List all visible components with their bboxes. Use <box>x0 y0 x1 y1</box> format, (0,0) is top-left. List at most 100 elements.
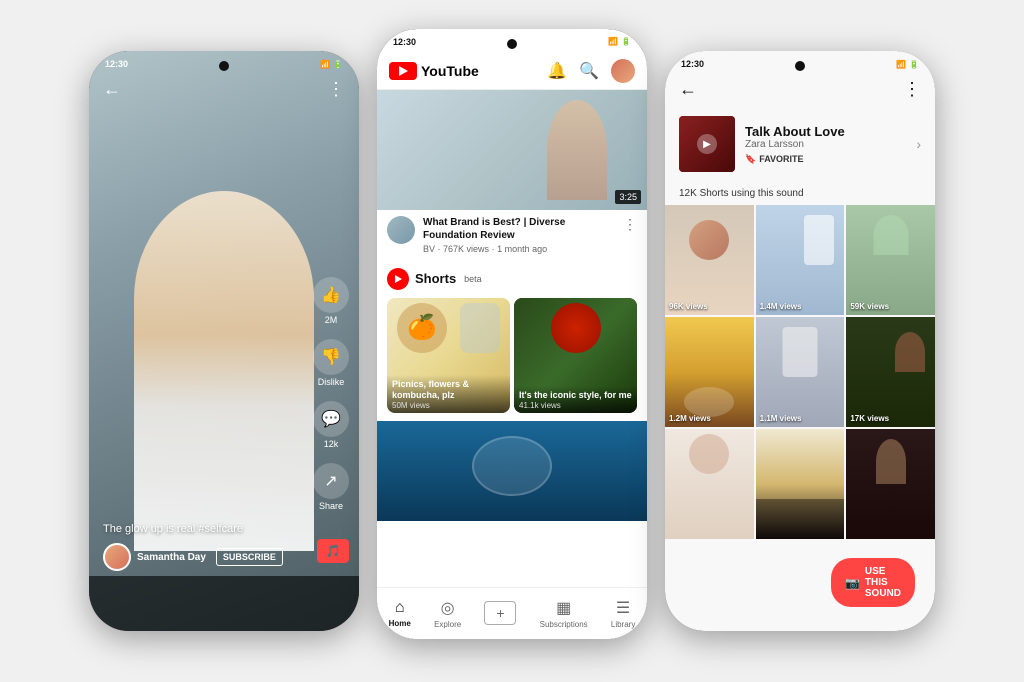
use-sound-button[interactable]: 📷 USE THIS SOUND <box>831 558 915 607</box>
video-info: What Brand is Best? | Diverse Foundation… <box>377 210 647 260</box>
share-icon: ↗ <box>313 463 349 499</box>
white-figure <box>782 327 817 377</box>
channel-avatar[interactable] <box>387 216 415 244</box>
sound-artist: Zara Larsson <box>745 139 906 150</box>
decorative-fruit: 🍊 <box>397 303 447 353</box>
figure-9 <box>876 439 906 484</box>
phones-container: 12:30 📶 🔋 ← ⋮ 👍 2M 👎 Dislike <box>69 24 955 659</box>
views-1: 96K views <box>669 302 708 311</box>
shorts-views-2: 41.1k views <box>519 401 632 411</box>
pool-video-thumbnail[interactable] <box>377 421 647 521</box>
grid-item-1[interactable]: 96K views <box>665 205 754 315</box>
youtube-wordmark: YouTube <box>421 63 479 79</box>
nav-explore[interactable]: ◎ Explore <box>434 598 461 629</box>
green-figure <box>873 215 908 255</box>
grid-item-4[interactable]: 1.2M views <box>665 317 754 427</box>
back-button[interactable]: ← <box>103 79 121 100</box>
more-button-3[interactable]: ⋮ <box>903 79 921 100</box>
skater-figure <box>804 215 834 265</box>
comment-action[interactable]: 💬 12k <box>313 401 349 449</box>
share-label: Share <box>319 501 343 511</box>
dark-bottom <box>756 499 845 539</box>
nav-home[interactable]: ⌂ Home <box>389 599 411 628</box>
thumb-6 <box>846 317 935 427</box>
header-icons: 🔔 🔍 <box>547 59 635 83</box>
youtube-logo-icon <box>389 62 417 80</box>
status-icons-3: 📶 🔋 <box>896 60 919 69</box>
time: 12:30 <box>105 59 128 69</box>
shorts-section: Shorts beta 🍊 Picnics, flowers & kombuch… <box>377 260 647 421</box>
phone-1: 12:30 📶 🔋 ← ⋮ 👍 2M 👎 Dislike <box>89 51 359 631</box>
home-icon: ⌂ <box>395 599 405 617</box>
grid-item-6[interactable]: 17K views <box>846 317 935 427</box>
shorts-card-title-2: It's the iconic style, for me 41.1k view… <box>514 386 637 412</box>
library-label: Library <box>611 620 635 629</box>
play-overlay: ▶ <box>697 134 717 154</box>
like-action[interactable]: 👍 2M <box>313 277 349 325</box>
music-icon: 🎵 <box>326 544 341 558</box>
sound-info-card: ▶ Talk About Love Zara Larsson 🔖 FAVORIT… <box>665 108 935 184</box>
user-avatar[interactable] <box>611 59 635 83</box>
phone-3: 12:30 📶 🔋 ← ⋮ ▶ Ta <box>665 51 935 631</box>
shorts-beta: beta <box>464 274 482 284</box>
home-label: Home <box>389 619 411 628</box>
comment-icon: 💬 <box>313 401 349 437</box>
shorts-play-triangle <box>395 275 402 283</box>
shorts-grid: 🍊 Picnics, flowers & kombucha, plz 50M v… <box>387 298 637 413</box>
shorts-card-2[interactable]: It's the iconic style, for me 41.1k view… <box>514 298 637 413</box>
pool-figure <box>472 436 552 496</box>
action-buttons: 👍 2M 👎 Dislike 💬 12k ↗ Share <box>313 277 349 511</box>
grid-item-5[interactable]: 1.1M views <box>756 317 845 427</box>
shorts-header: Shorts beta <box>387 268 637 290</box>
time-2: 12:30 <box>393 37 416 47</box>
album-art: ▶ <box>679 116 735 172</box>
youtube-header: YouTube 🔔 🔍 <box>377 51 647 90</box>
search-icon[interactable]: 🔍 <box>579 61 599 81</box>
share-action[interactable]: ↗ Share <box>313 463 349 511</box>
sunset-glow <box>684 387 734 417</box>
views-6: 17K views <box>850 414 889 423</box>
play-icon: ▶ <box>703 139 711 150</box>
video-thumbnail[interactable]: 3:25 <box>377 90 647 210</box>
nav-subscriptions[interactable]: ▦ Subscriptions <box>540 598 588 629</box>
upload-age: 1 month ago <box>497 244 547 254</box>
sound-details: Talk About Love Zara Larsson 🔖 FAVORITE <box>745 124 906 165</box>
figure-7 <box>689 434 729 474</box>
bookmark-icon: 🔖 <box>745 154 756 165</box>
avatar <box>103 543 131 571</box>
add-button[interactable]: + <box>484 601 516 625</box>
shorts-card-1[interactable]: 🍊 Picnics, flowers & kombucha, plz 50M v… <box>387 298 510 413</box>
grid-item-7[interactable] <box>665 429 754 539</box>
grid-item-2[interactable]: 1.4M views <box>756 205 845 315</box>
shorts-label: Shorts <box>415 271 456 286</box>
video-meta: What Brand is Best? | Diverse Foundation… <box>423 216 615 254</box>
camera-icon: 📷 <box>845 576 860 590</box>
shorts-card-title-1: Picnics, flowers & kombucha, plz 50M vie… <box>387 375 510 412</box>
user-row: Samantha Day SUBSCRIBE <box>103 543 299 571</box>
grid-item-9[interactable] <box>846 429 935 539</box>
camera-dot <box>219 61 229 71</box>
subscribe-button[interactable]: SUBSCRIBE <box>216 548 283 566</box>
sound-grid-row1: 96K views 1.4M views 59K views <box>665 205 935 315</box>
dislike-action[interactable]: 👎 Dislike <box>313 339 349 387</box>
username: Samantha Day <box>137 552 206 563</box>
status-icons: 📶 🔋 <box>320 60 343 69</box>
more-button[interactable]: ⋮ <box>327 79 345 100</box>
music-button[interactable]: 🎵 <box>317 539 349 563</box>
shorts-views-1: 50M views <box>392 401 505 411</box>
back-button-3[interactable]: ← <box>679 79 697 100</box>
view-count: 767K views <box>443 244 489 254</box>
nav-library[interactable]: ☰ Library <box>611 598 635 629</box>
person-silhouette <box>547 100 607 200</box>
grid-item-3[interactable]: 59K views <box>846 205 935 315</box>
nav-create[interactable]: + <box>484 601 516 625</box>
notification-icon[interactable]: 🔔 <box>547 61 567 81</box>
face-figure-1 <box>689 220 729 260</box>
bottom-nav <box>89 576 359 631</box>
phone-2: 12:30 📶 🔋 YouTube 🔔 🔍 <box>377 29 647 639</box>
video-more-icon[interactable]: ⋮ <box>623 216 637 233</box>
grid-item-8[interactable] <box>756 429 845 539</box>
phone-1-screen: 12:30 📶 🔋 ← ⋮ 👍 2M 👎 Dislike <box>89 51 359 631</box>
favorite-button[interactable]: 🔖 FAVORITE <box>745 154 906 165</box>
explore-label: Explore <box>434 620 461 629</box>
